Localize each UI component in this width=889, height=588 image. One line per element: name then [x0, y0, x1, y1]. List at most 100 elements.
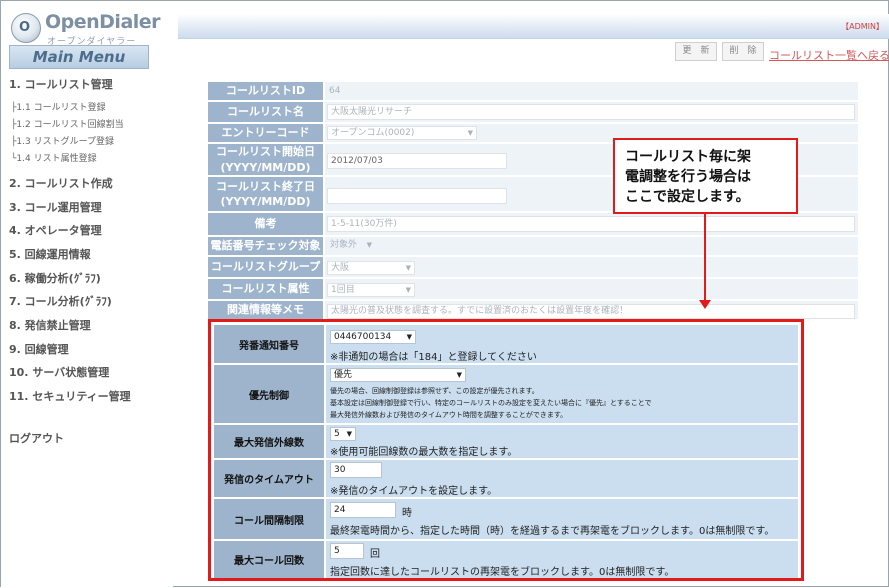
sidebar-subitem-list-group[interactable]: ├1.3 リストグループ登録	[11, 134, 114, 147]
end-date-input[interactable]	[327, 188, 507, 204]
logo[interactable]: O OpenDialer オープンダイヤラー	[11, 11, 161, 47]
caller-number-select[interactable]: 0446700134 ▼	[330, 330, 416, 344]
label-start-date: コールリスト開始日 (YYYY/MM/DD)	[208, 144, 323, 177]
label-timeout: 発信のタイムアウト	[214, 460, 324, 497]
sidebar: O OpenDialer オープンダイヤラー Main Menu 1. コールリ…	[1, 1, 173, 588]
timeout-note: ※発信のタイムアウトを設定します。	[330, 486, 498, 497]
label-start-date-line1: コールリスト開始日	[216, 145, 315, 159]
row-timeout: 発信のタイムアウト 30 ※発信のタイムアウトを設定します。	[214, 460, 798, 497]
logo-letter: O	[19, 20, 31, 35]
label-end-date-line2: (YYYY/MM/DD)	[220, 195, 311, 208]
call-interval-unit: 時	[402, 508, 412, 519]
phone-check-select[interactable]: 対象外 ▼	[327, 239, 375, 253]
chevron-down-icon: ▼	[346, 430, 352, 438]
sidebar-subitem-line-assign[interactable]: ├1.2 コールリスト回線割当	[11, 117, 124, 130]
max-lines-value: 5	[334, 429, 340, 439]
max-calls-unit: 回	[370, 549, 380, 560]
update-button[interactable]: 更 新	[675, 42, 717, 61]
label-attribute: コールリスト属性	[208, 279, 323, 301]
chevron-down-icon: ▼	[406, 333, 412, 341]
row-group: コールリストグループ 大阪 ▼	[208, 257, 858, 279]
row-caller-number: 発番通知番号 0446700134 ▼ ※非通知の場合は「184」と登録してくださ…	[214, 325, 798, 363]
logout-link[interactable]: ログアウト	[9, 430, 64, 446]
max-lines-select[interactable]: 5 ▼	[330, 427, 356, 441]
priority-value: 優先	[334, 370, 353, 380]
call-interval-note: 最終架電時間から、指定した時間（時）を経過するまで再架電をブロックします。0は無…	[330, 526, 775, 537]
sidebar-item-call-list-create[interactable]: 2. コールリスト作成	[9, 175, 113, 191]
label-call-interval: コール間隔制限	[214, 499, 324, 539]
call-control-settings-panel: 発番通知番号 0446700134 ▼ ※非通知の場合は「184」と登録してくださ…	[208, 319, 804, 581]
back-to-list-link[interactable]: コールリスト一覧へ戻る	[769, 47, 889, 63]
chevron-down-icon: ▼	[366, 241, 372, 249]
row-call-list-name: コールリスト名 大阪太陽光リサーチ	[208, 102, 858, 124]
max-calls-note: 指定回数に達したコールリストの再架電をブロックします。0は無制限です。	[330, 567, 675, 578]
caller-number-note: ※非通知の場合は「184」と登録してください	[330, 352, 537, 363]
attribute-select[interactable]: 1回目 ▼	[327, 283, 415, 297]
label-end-date: コールリスト終了日 (YYYY/MM/DD)	[208, 177, 323, 213]
callout-box: コールリスト毎に架 電調整を行う場合は ここで設定します。	[613, 138, 798, 214]
attribute-value: 1回目	[331, 285, 355, 295]
label-start-date-line2: (YYYY/MM/DD)	[220, 160, 311, 174]
sidebar-item-call-ban[interactable]: 8. 発信禁止管理	[9, 317, 91, 333]
sidebar-item-lines[interactable]: 9. 回線管理	[9, 341, 69, 357]
call-list-id-value: 64	[329, 86, 341, 96]
remarks-input[interactable]: 1-5-11(30万件)	[327, 216, 855, 232]
label-phone-check: 電話番号チェック対象	[208, 237, 323, 257]
user-role-badge: 【ADMIN】	[841, 22, 884, 31]
label-memo: 関連情報等メモ	[208, 301, 323, 321]
max-lines-note: ※使用可能回線数の最大数を指定します。	[330, 447, 518, 458]
sidebar-item-operator[interactable]: 4. オペレータ管理	[9, 222, 102, 238]
memo-input[interactable]: 太陽光の普及状態を調査する。すでに設置済のおたくは設置年度を確認！	[327, 304, 855, 319]
label-group: コールリストグループ	[208, 257, 323, 279]
sidebar-subitem-call-list-register[interactable]: ├1.1 コールリスト登録	[11, 100, 106, 113]
row-max-calls: 最大コール回数 5 回 指定回数に達したコールリストの再架電をブロックします。0…	[214, 541, 798, 578]
priority-note-3: 最大発信外線数および発信のタイムアウト時間を調整することができます。	[330, 411, 568, 419]
call-interval-input[interactable]: 24	[330, 502, 396, 518]
label-priority: 優先制御	[214, 365, 324, 423]
label-end-date-line1: コールリスト終了日	[216, 179, 315, 193]
row-call-list-id: コールリストID 64	[208, 82, 858, 102]
chevron-down-icon: ▼	[456, 371, 462, 379]
sidebar-item-call-analysis[interactable]: 7. コール分析(ｸﾞﾗﾌ)	[9, 293, 112, 309]
group-value: 大阪	[331, 263, 350, 273]
max-calls-input[interactable]: 5	[330, 543, 364, 559]
app-title: OpenDialer	[45, 11, 161, 33]
sidebar-item-call-ops[interactable]: 3. コール運用管理	[9, 199, 102, 215]
sidebar-item-server[interactable]: 10. サーバ状態管理	[9, 364, 109, 380]
sidebar-item-work-analysis[interactable]: 6. 稼働分析(ｸﾞﾗﾌ)	[9, 270, 101, 286]
callout-line-3: ここで設定します。	[625, 189, 750, 205]
entry-code-select[interactable]: オープンコム(0002) ▼	[327, 126, 477, 140]
sidebar-subitem-list-attribute[interactable]: └1.4 リスト属性登録	[11, 151, 97, 164]
label-call-list-id: コールリストID	[208, 82, 323, 102]
chevron-down-icon: ▼	[405, 286, 411, 294]
label-remarks: 備考	[208, 213, 323, 237]
callout-arrow-line	[704, 214, 706, 302]
chevron-down-icon: ▼	[467, 129, 473, 137]
call-list-name-input[interactable]: 大阪太陽光リサーチ	[327, 104, 855, 120]
sidebar-item-call-list-mgmt[interactable]: 1. コールリスト管理	[9, 76, 113, 92]
row-priority: 優先制御 優先 ▼ 優先の場合、回線制御登録は参照せず、この設定が優先されます。 …	[214, 365, 798, 423]
label-max-calls: 最大コール回数	[214, 541, 324, 578]
timeout-input[interactable]: 30	[330, 462, 382, 478]
chevron-down-icon: ▼	[405, 264, 411, 272]
header-bar: 【ADMIN】	[178, 14, 889, 39]
phone-check-value: 対象外	[330, 240, 358, 250]
priority-select[interactable]: 優先 ▼	[330, 368, 466, 382]
priority-note-1: 優先の場合、回線制御登録は参照せず、この設定が優先されます。	[330, 387, 539, 395]
label-call-list-name: コールリスト名	[208, 102, 323, 124]
arrow-down-icon	[699, 300, 711, 309]
sidebar-item-line-ops[interactable]: 5. 回線運用情報	[9, 246, 91, 262]
row-remarks: 備考 1-5-11(30万件)	[208, 213, 858, 237]
row-call-interval: コール間隔制限 24 時 最終架電時間から、指定した時間（時）を経過するまで再架…	[214, 499, 798, 539]
label-max-lines: 最大発信外線数	[214, 425, 324, 458]
callout-line-1: コールリスト毎に架	[625, 149, 751, 165]
row-attribute: コールリスト属性 1回目 ▼	[208, 279, 858, 301]
delete-button[interactable]: 削 除	[722, 42, 764, 61]
start-date-input[interactable]: 2012/07/03	[327, 153, 507, 169]
label-caller-number: 発番通知番号	[214, 325, 324, 363]
main-menu-header: Main Menu	[9, 45, 149, 69]
caller-number-value: 0446700134	[334, 332, 392, 342]
group-select[interactable]: 大阪 ▼	[327, 261, 415, 275]
sidebar-item-security[interactable]: 11. セキュリティー管理	[9, 388, 131, 404]
row-phone-check: 電話番号チェック対象 対象外 ▼	[208, 237, 858, 257]
